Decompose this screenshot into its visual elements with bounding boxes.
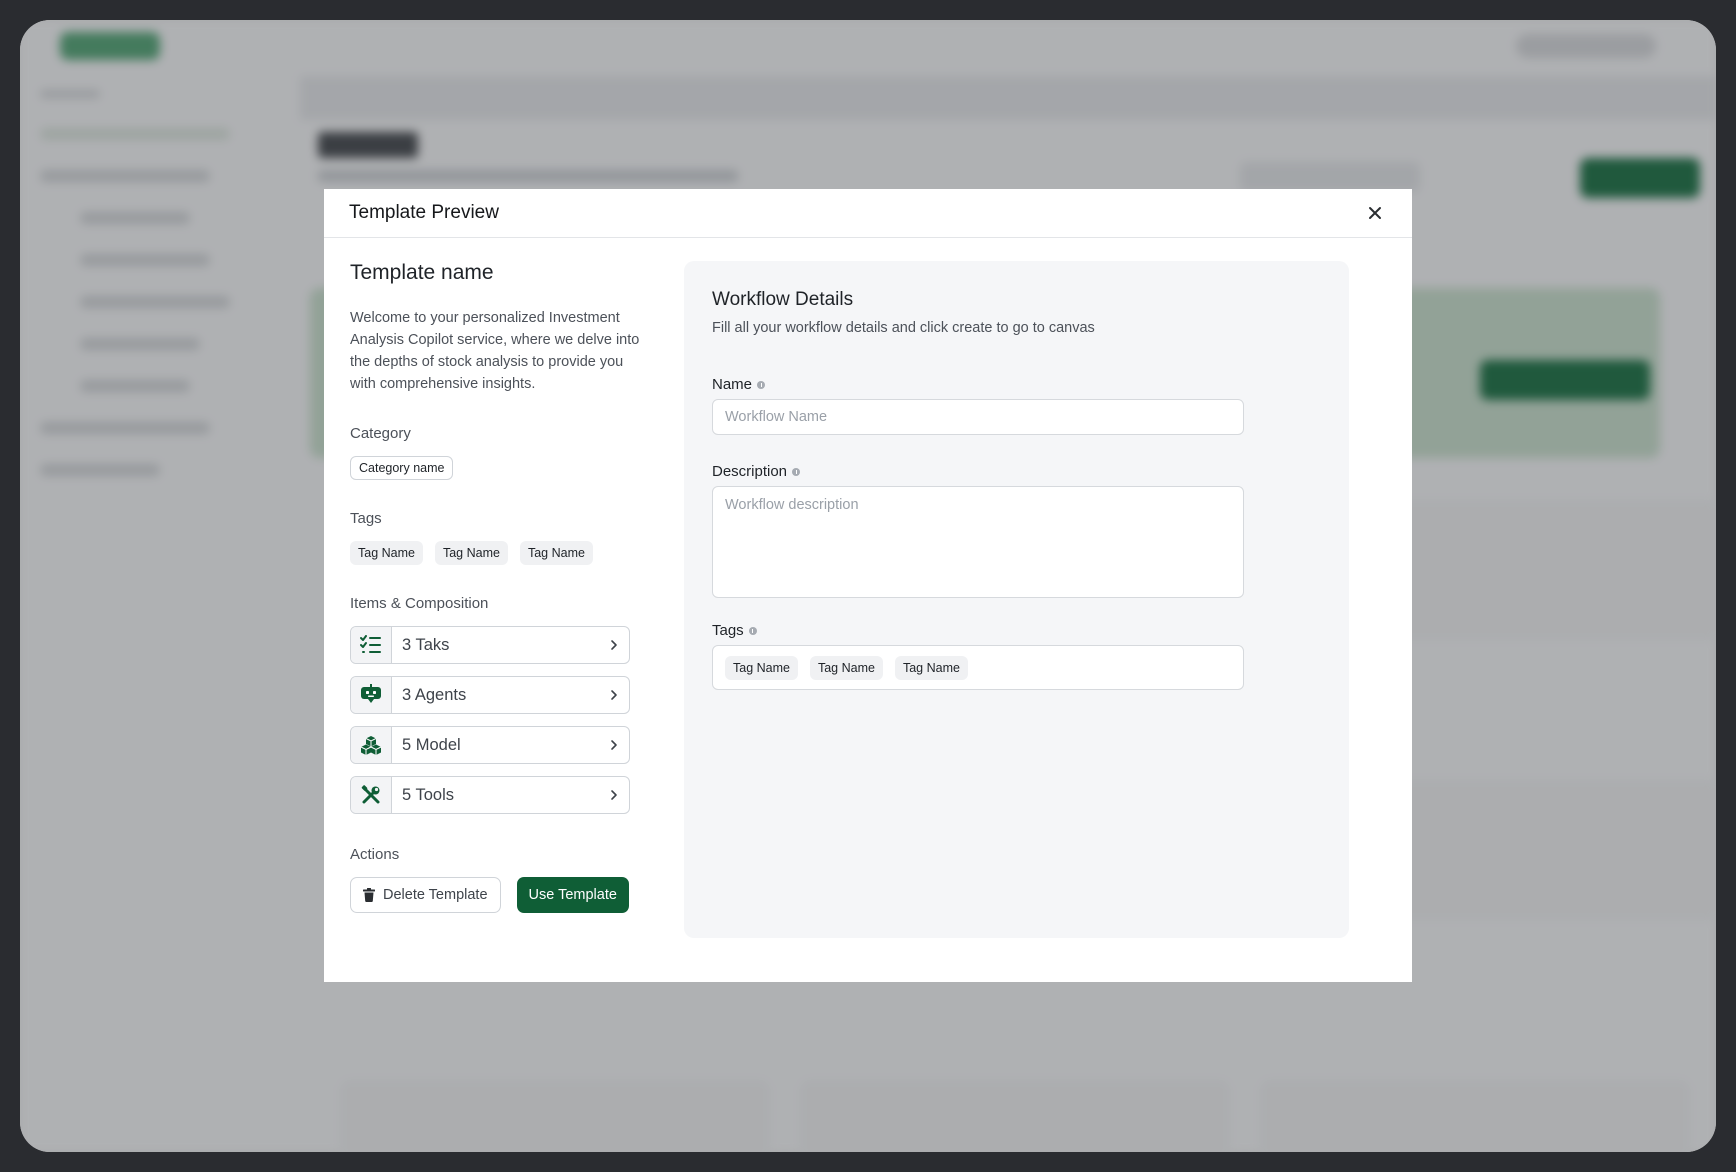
cubes-icon [360, 736, 382, 755]
item-label: 5 Model [402, 735, 461, 754]
item-label: 3 Agents [402, 685, 467, 704]
item-label: 5 Tools [402, 785, 454, 804]
tag-chip: Tag Name [434, 541, 508, 565]
tag-chip[interactable]: Tag Name [725, 655, 798, 680]
workflow-description-input[interactable] [712, 486, 1244, 598]
close-icon [1369, 207, 1381, 219]
close-button[interactable] [1363, 201, 1387, 225]
template-name: Template name [350, 261, 494, 284]
item-tasks[interactable]: 3 Taks [350, 626, 630, 664]
tags-label-text: Tags [712, 622, 744, 639]
tag-chip: Tag Name [350, 541, 423, 565]
modal-title: Template Preview [349, 202, 499, 223]
chevron-right-icon [611, 790, 617, 800]
tag-chip[interactable]: Tag Name [809, 655, 883, 680]
item-models[interactable]: 5 Model [350, 726, 630, 764]
modal-header: Template Preview [324, 189, 1412, 238]
category-label: Category [350, 425, 411, 442]
actions-row: Delete Template Use Template [350, 877, 640, 913]
agent-bot-icon [361, 684, 381, 703]
items-list: 3 Taks 3 Agents 5 Model 5 Tools [350, 626, 630, 814]
tags-field-label: Tags [712, 622, 1321, 639]
workflow-details-panel: Workflow Details Fill all your workflow … [684, 261, 1349, 938]
chevron-right-icon [611, 640, 617, 650]
trash-icon [363, 888, 375, 902]
workflow-details-subtitle: Fill all your workflow details and click… [712, 320, 1095, 336]
tools-icon [361, 785, 380, 804]
name-field-label: Name [712, 376, 1321, 393]
delete-template-label: Delete Template [383, 887, 488, 903]
info-icon[interactable] [748, 626, 757, 635]
template-info-panel: Template name Welcome to your personaliz… [350, 261, 640, 913]
item-agents[interactable]: 3 Agents [350, 676, 630, 714]
items-composition-label: Items & Composition [350, 595, 489, 612]
workflow-details-title: Workflow Details [712, 289, 854, 310]
chevron-right-icon [611, 690, 617, 700]
actions-label: Actions [350, 846, 400, 863]
template-preview-modal: Template Preview Template name Welcome t… [324, 189, 1412, 982]
tag-chip: Tag Name [519, 541, 593, 565]
chevron-right-icon [611, 740, 617, 750]
workflow-tags-input[interactable]: Tag Name Tag Name Tag Name [712, 645, 1244, 690]
info-icon[interactable] [792, 467, 801, 476]
item-tools[interactable]: 5 Tools [350, 776, 630, 814]
name-label-text: Name [712, 376, 753, 393]
info-icon[interactable] [757, 380, 766, 389]
tags-label: Tags [350, 510, 382, 527]
task-list-icon [360, 635, 381, 653]
tags-list: Tag Name Tag Name Tag Name [350, 541, 640, 565]
use-template-button[interactable]: Use Template [516, 877, 629, 913]
description-label-text: Description [712, 463, 788, 480]
template-description: Welcome to your personalized Investment … [350, 310, 640, 392]
tag-chip[interactable]: Tag Name [894, 655, 968, 680]
delete-template-button[interactable]: Delete Template [350, 877, 501, 913]
item-label: 3 Taks [402, 635, 450, 654]
workflow-name-input[interactable] [712, 399, 1244, 435]
description-field-label: Description [712, 463, 1321, 480]
category-chip: Category name [350, 456, 454, 480]
